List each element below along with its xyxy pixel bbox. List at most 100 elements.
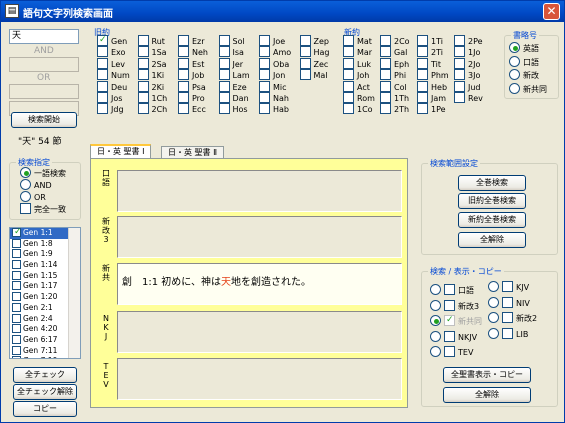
display-option-left-3[interactable]: NKJV (430, 330, 477, 344)
checkbox-1ti[interactable] (417, 35, 428, 46)
checkbox-jos[interactable] (97, 92, 108, 103)
result-row-checkbox[interactable] (12, 281, 21, 291)
checkbox-1co[interactable] (343, 103, 354, 115)
checkbox-3jo[interactable] (454, 69, 465, 81)
display-option-left-2[interactable]: 新共同 (430, 314, 482, 328)
display-check-left-2[interactable] (444, 314, 455, 326)
checkbox-zep[interactable] (299, 35, 311, 46)
checkbox-rom[interactable] (343, 92, 354, 103)
results-scrollbar[interactable] (68, 228, 80, 358)
result-row-checkbox[interactable] (12, 324, 21, 334)
checkbox-col[interactable] (380, 80, 391, 92)
checkbox-jud[interactable] (454, 80, 465, 92)
checkbox-oba[interactable] (259, 57, 270, 69)
checkbox-mal[interactable] (299, 69, 311, 81)
display-check-right-3[interactable] (502, 327, 513, 339)
checkbox-heb[interactable] (417, 80, 428, 92)
checkbox-1jo[interactable] (454, 46, 465, 58)
checkbox-deu[interactable] (97, 80, 108, 92)
start-search-button[interactable]: 検索開始 (11, 112, 77, 128)
checkbox-1pe[interactable] (417, 103, 428, 115)
book-checkbox-2ch[interactable]: 2Ch (137, 103, 167, 116)
checkbox-2ki[interactable] (137, 80, 149, 92)
exact-match-box[interactable] (20, 203, 31, 214)
search-term-2-input[interactable] (9, 57, 79, 72)
checkbox-sol[interactable] (218, 35, 230, 46)
abbrev-option-0[interactable]: 英語 (509, 42, 539, 55)
tab-bible-1[interactable]: 日・英 聖書 Ⅰ (90, 144, 152, 159)
checkbox-2sa[interactable] (137, 57, 149, 69)
checkbox-hag[interactable] (299, 46, 311, 58)
result-row-checkbox[interactable] (12, 356, 21, 358)
checkbox-hos[interactable] (218, 103, 230, 115)
checkbox-phi[interactable] (380, 69, 391, 81)
abbrev-option-1[interactable]: 口語 (509, 55, 539, 69)
display-option-right-0[interactable]: KJV (488, 281, 529, 294)
result-row-checkbox[interactable] (12, 270, 21, 280)
display-check-left-1[interactable] (444, 299, 455, 311)
display-radio-right-2[interactable] (488, 312, 499, 323)
checkbox-pro[interactable] (178, 92, 189, 103)
checkbox-act[interactable] (343, 80, 354, 92)
display-radio-right-3[interactable] (488, 327, 499, 339)
checkbox-nah[interactable] (259, 92, 270, 103)
verse-box-shinkyo[interactable]: 創 1:1 初めに、神は天地を創造された。 (117, 263, 402, 305)
book-checkbox-rev[interactable]: Rev (454, 92, 483, 105)
result-row-checkbox[interactable] (12, 238, 21, 248)
display-clear-button[interactable]: 全解除 (443, 387, 531, 403)
result-row-checkbox[interactable] (12, 228, 22, 237)
search-mode-radio-0[interactable] (20, 167, 31, 178)
checkbox-rut[interactable] (137, 35, 149, 46)
checkbox-luk[interactable] (343, 57, 354, 69)
book-checkbox-1pe[interactable]: 1Pe (417, 103, 446, 116)
results-list[interactable]: Gen 1:1Gen 1:8Gen 1:9Gen 1:14Gen 1:15Gen… (9, 227, 81, 359)
checkbox-2th[interactable] (380, 103, 391, 115)
abbrev-radio-1[interactable] (509, 55, 520, 67)
checkbox-exo[interactable] (97, 46, 108, 58)
checkbox-eph[interactable] (380, 57, 391, 69)
uncheck-all-button[interactable]: 全チェック解除 (13, 384, 77, 400)
display-check-left-0[interactable] (444, 284, 455, 295)
result-row-checkbox[interactable] (12, 334, 21, 344)
result-row-checkbox[interactable] (12, 292, 21, 302)
checkbox-jer[interactable] (218, 57, 230, 69)
display-radio-right-1[interactable] (488, 296, 499, 308)
abbrev-radio-0[interactable] (509, 42, 520, 53)
display-check-right-2[interactable] (502, 312, 513, 323)
checkbox-job[interactable] (178, 69, 189, 81)
checkbox-ecc[interactable] (178, 103, 189, 115)
display-option-right-2[interactable]: 新改2 (488, 312, 537, 325)
checkbox-phm[interactable] (417, 69, 428, 81)
checkbox-joe[interactable] (259, 35, 270, 46)
close-button[interactable]: ✕ (543, 3, 560, 20)
checkbox-2pe[interactable] (454, 35, 465, 46)
book-checkbox-jdg[interactable]: Jdg (97, 103, 124, 116)
checkbox-isa[interactable] (218, 46, 230, 58)
display-radio-left-0[interactable] (430, 284, 441, 295)
checkbox-1sa[interactable] (137, 46, 149, 58)
show-copy-all-button[interactable]: 全聖書表示・コピー (443, 367, 531, 383)
checkbox-num[interactable] (97, 69, 108, 81)
checkbox-rev[interactable] (454, 92, 465, 103)
checkbox-tit[interactable] (417, 57, 428, 69)
display-radio-left-4[interactable] (430, 346, 441, 357)
book-checkbox-mal[interactable]: Mal (299, 69, 328, 82)
result-row-checkbox[interactable] (12, 313, 21, 323)
checkbox-jam[interactable] (417, 92, 428, 103)
display-check-left-4[interactable] (444, 346, 455, 357)
abbrev-option-3[interactable]: 新共同 (509, 82, 547, 96)
new-all-search-button[interactable]: 新約全巻検索 (458, 212, 526, 228)
search-term-1-input[interactable]: 天 (9, 29, 79, 44)
search-mode-radio-2[interactable] (20, 191, 31, 202)
display-option-right-3[interactable]: LIB (488, 327, 528, 341)
checkbox-mat[interactable] (343, 35, 354, 46)
range-clear-button[interactable]: 全解除 (458, 232, 526, 248)
display-option-left-4[interactable]: TEV (430, 346, 473, 359)
checkbox-neh[interactable] (178, 46, 189, 58)
display-option-right-1[interactable]: NIV (488, 296, 530, 310)
copy-button[interactable]: コピー (13, 401, 77, 417)
checkbox-2ti[interactable] (417, 46, 428, 58)
checkbox-joh[interactable] (343, 69, 354, 81)
abbrev-option-2[interactable]: 新改 (509, 69, 539, 82)
checkbox-lev[interactable] (97, 57, 108, 69)
